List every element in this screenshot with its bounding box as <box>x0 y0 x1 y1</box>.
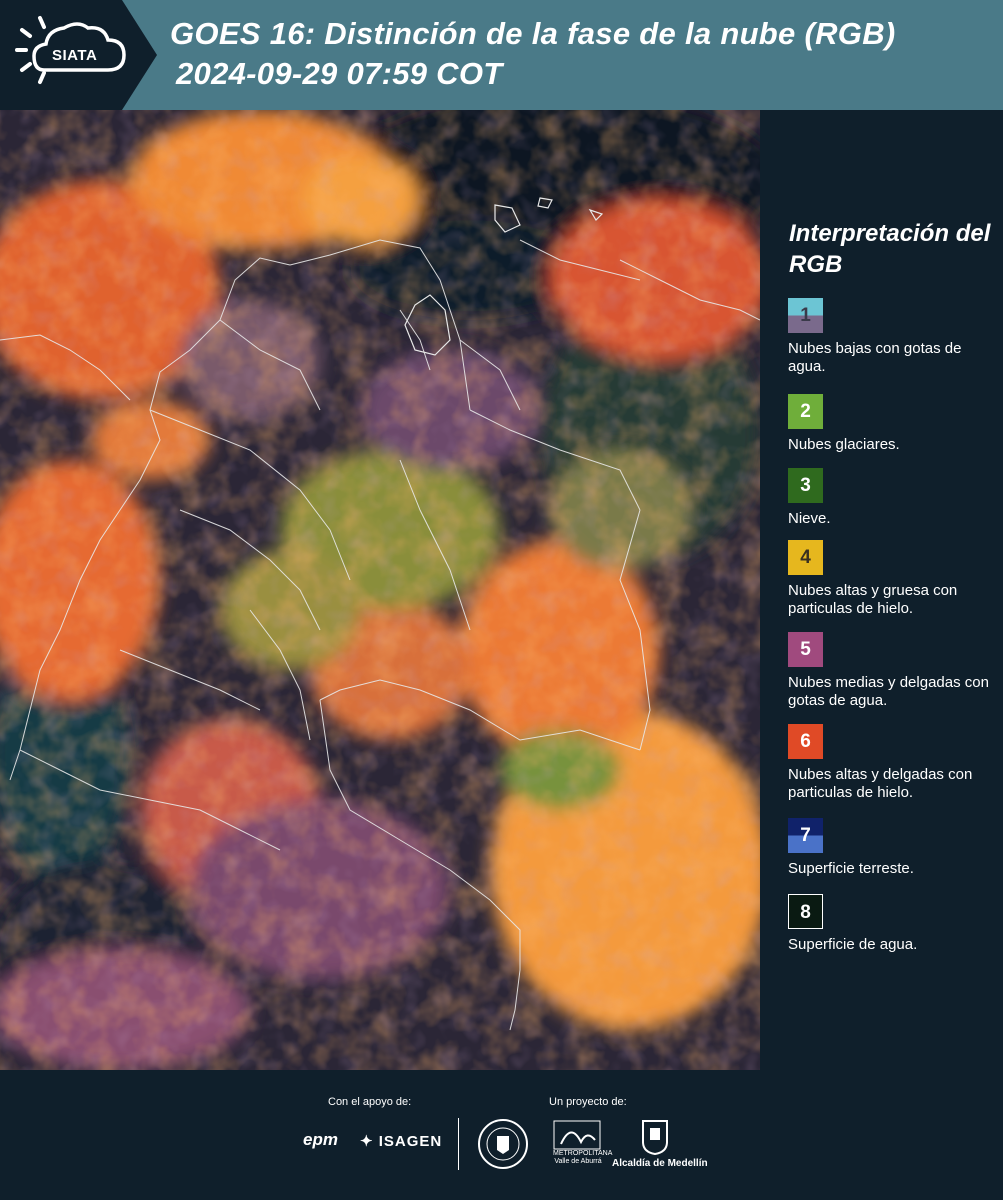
siata-logo[interactable]: SIATA <box>0 0 160 110</box>
legend-label-2: Nubes glaciares. <box>788 436 900 453</box>
support-label: Con el apoyo de: <box>328 1096 412 1108</box>
satellite-image <box>0 110 760 1070</box>
epm-logo[interactable]: epm <box>303 1130 338 1150</box>
legend-panel: Interpretación del RGB 1 Nubes bajas con… <box>762 110 1003 1070</box>
area-metropolitana-logo-icon[interactable] <box>553 1120 601 1150</box>
isagen-logo-text: ISAGEN <box>378 1133 443 1150</box>
legend-item-8: 8 Superficie de agua. <box>788 894 1003 954</box>
project-label: Un proyecto de: <box>549 1096 627 1108</box>
legend-item-1: 1 Nubes bajas con gotas de agua. <box>788 298 1003 376</box>
legend-title: Interpretación del RGB <box>789 220 991 278</box>
page-timestamp: 2024-09-29 07:59 COT <box>176 56 503 91</box>
header-banner: SIATA GOES 16: Distinción de la fase de … <box>0 0 1003 110</box>
legend-item-3: 3 Nieve. <box>788 468 1003 528</box>
legend-label-5: Nubes medias y delgadas con gotas de agu… <box>788 674 989 709</box>
legend-label-3: Nieve. <box>788 510 831 527</box>
legend-label-8: Superficie de agua. <box>788 936 918 953</box>
isagen-star-icon: ✦ <box>360 1133 374 1150</box>
footer-divider <box>458 1118 459 1170</box>
legend-swatch-6: 6 <box>788 724 823 759</box>
medellin-shield-icon[interactable] <box>640 1118 670 1156</box>
page-title: GOES 16: Distinción de la fase de la nub… <box>170 16 896 51</box>
area-metropolitana-label: METROPOLITANA Valle de Aburrá <box>553 1150 613 1165</box>
legend-item-2: 2 Nubes glaciares. <box>788 394 1003 454</box>
legend-label-6: Nubes altas y delgadas con particulas de… <box>788 766 973 801</box>
siata-logo-text: SIATA <box>52 47 98 64</box>
isagen-logo[interactable]: ✦ ISAGEN <box>360 1132 442 1150</box>
legend-swatch-1: 1 <box>788 298 823 333</box>
legend-label-7: Superficie terreste. <box>788 860 914 877</box>
medellin-label: Alcaldía de Medellín <box>612 1158 708 1169</box>
legend-label-4: Nubes altas y gruesa con particulas de h… <box>788 582 958 617</box>
satellite-map[interactable] <box>0 110 760 1070</box>
footer: Con el apoyo de: Un proyecto de: epm ✦ I… <box>0 1070 1003 1200</box>
legend-swatch-7: 7 <box>788 818 823 853</box>
legend-item-4: 4 Nubes altas y gruesa con particulas de… <box>788 540 1003 618</box>
legend-swatch-4: 4 <box>788 540 823 575</box>
university-seal-icon[interactable] <box>477 1118 529 1170</box>
legend-swatch-5: 5 <box>788 632 823 667</box>
legend-item-5: 5 Nubes medias y delgadas con gotas de a… <box>788 632 1003 710</box>
legend-swatch-8: 8 <box>788 894 823 929</box>
legend-label-1: Nubes bajas con gotas de agua. <box>788 340 962 375</box>
legend-swatch-3: 3 <box>788 468 823 503</box>
legend-item-6: 6 Nubes altas y delgadas con particulas … <box>788 724 1003 802</box>
legend-item-7: 7 Superficie terreste. <box>788 818 1003 878</box>
legend-swatch-2: 2 <box>788 394 823 429</box>
